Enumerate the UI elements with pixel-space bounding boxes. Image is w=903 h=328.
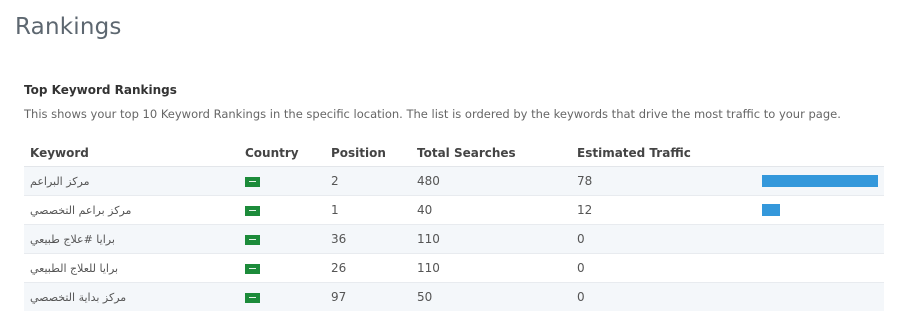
traffic-bar-cell — [756, 195, 884, 225]
position-cell: 1 — [325, 195, 411, 225]
traffic-bar-cell — [756, 282, 884, 311]
column-header-total-searches[interactable]: Total Searches — [411, 139, 571, 167]
traffic-bar-track — [762, 204, 878, 216]
position-cell: 97 — [325, 282, 411, 311]
traffic-bar-cell — [756, 224, 884, 254]
country-cell — [239, 166, 325, 196]
traffic-bar-track — [762, 175, 878, 187]
keyword-text: مركز البراعم — [30, 174, 90, 188]
keyword-text: مركز براعم التخصصي — [30, 203, 132, 217]
keyword-cell: برايا للعلاج الطبيعي — [24, 253, 239, 283]
table-header-row: Keyword Country Position Total Searches … — [24, 139, 884, 167]
traffic-bar-cell — [756, 166, 884, 196]
saudi-arabia-flag-icon — [245, 176, 260, 187]
keyword-cell: مركز براعم التخصصي — [24, 195, 239, 225]
traffic-bar-track — [762, 291, 878, 303]
country-cell — [239, 195, 325, 225]
traffic-bar-track — [762, 233, 878, 245]
total-searches-cell: 480 — [411, 166, 571, 196]
estimated-traffic-cell: 78 — [571, 166, 756, 196]
total-searches-cell: 110 — [411, 224, 571, 254]
column-header-country[interactable]: Country — [239, 139, 325, 167]
saudi-arabia-flag-icon — [245, 292, 260, 303]
table-row: مركز براعم التخصصي 1 40 12 — [24, 195, 884, 225]
table-row: برايا للعلاج الطبيعي 26 110 0 — [24, 253, 884, 283]
column-header-estimated-traffic[interactable]: Estimated Traffic — [571, 139, 756, 167]
country-cell — [239, 253, 325, 283]
section-description: This shows your top 10 Keyword Rankings … — [24, 107, 841, 121]
saudi-arabia-flag-icon — [245, 263, 260, 274]
saudi-arabia-flag-icon — [245, 234, 260, 245]
estimated-traffic-cell: 0 — [571, 253, 756, 283]
estimated-traffic-cell: 0 — [571, 282, 756, 311]
column-header-position[interactable]: Position — [325, 139, 411, 167]
keyword-cell: مركز البراعم — [24, 166, 239, 196]
total-searches-cell: 50 — [411, 282, 571, 311]
traffic-bar-track — [762, 262, 878, 274]
keyword-text: مركز بداية التخصصي — [30, 290, 127, 304]
traffic-bar — [762, 175, 878, 187]
traffic-bar-cell — [756, 253, 884, 283]
column-header-traffic-bar — [756, 139, 884, 167]
saudi-arabia-flag-icon — [245, 205, 260, 216]
position-cell: 36 — [325, 224, 411, 254]
keyword-cell: مركز بداية التخصصي — [24, 282, 239, 311]
position-cell: 2 — [325, 166, 411, 196]
country-cell — [239, 282, 325, 311]
keyword-cell: برايا #علاج طبيعي — [24, 224, 239, 254]
traffic-bar — [762, 204, 780, 216]
country-cell — [239, 224, 325, 254]
page-title: Rankings — [15, 14, 122, 40]
estimated-traffic-cell: 12 — [571, 195, 756, 225]
total-searches-cell: 40 — [411, 195, 571, 225]
keyword-text: برايا #علاج طبيعي — [30, 232, 115, 246]
table-row: برايا #علاج طبيعي 36 110 0 — [24, 224, 884, 254]
column-header-keyword[interactable]: Keyword — [24, 139, 239, 167]
position-cell: 26 — [325, 253, 411, 283]
table-row: مركز بداية التخصصي 97 50 0 — [24, 282, 884, 311]
estimated-traffic-cell: 0 — [571, 224, 756, 254]
keyword-text: برايا للعلاج الطبيعي — [30, 261, 119, 275]
table-row: مركز البراعم 2 480 78 — [24, 166, 884, 196]
keyword-rankings-table: Keyword Country Position Total Searches … — [24, 139, 884, 311]
total-searches-cell: 110 — [411, 253, 571, 283]
section-title: Top Keyword Rankings — [24, 83, 177, 97]
